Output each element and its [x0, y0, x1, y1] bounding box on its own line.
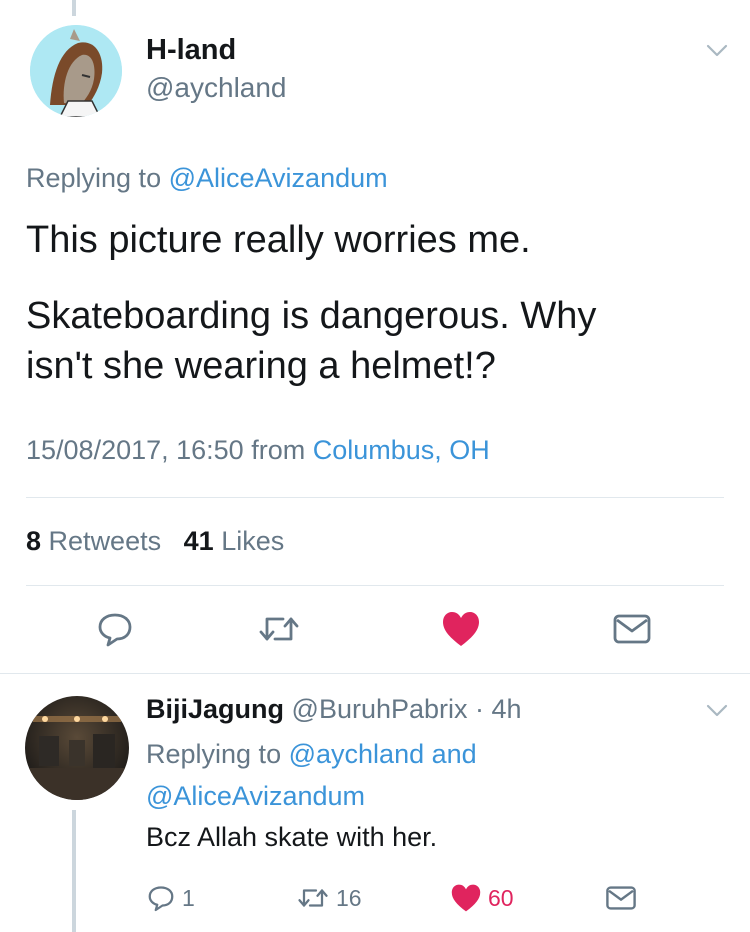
reply-replying-to: Replying to @aychland and @AliceAvizandu…: [146, 733, 477, 817]
reply-button[interactable]: 1: [146, 878, 195, 918]
reply-handle-time[interactable]: @BuruhPabrix · 4h: [292, 694, 522, 724]
replying-to-link[interactable]: @AliceAvizandum: [146, 781, 365, 811]
retweet-icon: [298, 889, 328, 907]
display-name[interactable]: H-land: [146, 34, 236, 67]
avatar-illustration: [30, 25, 122, 117]
tweet-stats: 8 Retweets 41 Likes: [26, 526, 284, 557]
avatar-photo: [25, 696, 129, 800]
thread-line-bottom: [72, 810, 76, 932]
replying-to: Replying to @AliceAvizandum: [26, 163, 388, 194]
reply-replying-prefix: Replying to: [146, 739, 282, 769]
envelope-icon: [613, 614, 651, 644]
envelope-icon: [606, 886, 636, 910]
reply-tweet-text: Bcz Allah skate with her.: [146, 822, 438, 852]
retweets-stat[interactable]: 8 Retweets: [26, 526, 161, 556]
retweet-icon: [259, 617, 299, 641]
replying-to-link[interactable]: @AliceAvizandum: [169, 163, 388, 193]
location-link[interactable]: Columbus, OH: [313, 435, 490, 465]
thread-line-top: [72, 0, 76, 16]
retweet-count: 16: [336, 884, 362, 911]
retweet-button[interactable]: 16: [296, 878, 362, 918]
likes-stat[interactable]: 41 Likes: [184, 526, 285, 556]
chevron-down-icon[interactable]: [706, 44, 728, 58]
timestamp: 15/08/2017, 16:50 from: [26, 435, 306, 465]
divider: [0, 673, 750, 674]
replying-prefix: Replying to: [26, 163, 162, 193]
divider: [26, 497, 724, 498]
reply-header: BijiJagung @BuruhPabrix · 4h: [146, 694, 522, 725]
like-button[interactable]: 60: [450, 878, 514, 918]
reply-icon: [98, 613, 132, 647]
reply-button[interactable]: [93, 607, 137, 651]
reply-count: 1: [182, 884, 195, 911]
retweets-count: 8: [26, 526, 42, 556]
like-button[interactable]: [439, 607, 483, 651]
tweet-text-line-2: Skateboarding is dangerous. Why: [26, 295, 597, 337]
heart-icon: [451, 884, 481, 912]
retweet-button[interactable]: [257, 607, 301, 651]
chevron-down-icon[interactable]: [706, 704, 728, 718]
tweet-text-line-1: This picture really worries me.: [26, 219, 531, 261]
retweets-label: Retweets: [48, 526, 162, 556]
tweet-meta: 15/08/2017, 16:50 from Columbus, OH: [26, 435, 490, 466]
avatar[interactable]: [25, 696, 129, 800]
reply-icon: [148, 886, 174, 912]
replying-to-link[interactable]: @aychland: [289, 739, 425, 769]
message-button[interactable]: [610, 607, 654, 651]
reply-display-name[interactable]: BijiJagung: [146, 694, 284, 724]
likes-count: 41: [183, 526, 214, 556]
replying-and: and: [431, 739, 477, 769]
likes-label: Likes: [221, 526, 285, 556]
divider: [26, 585, 724, 586]
avatar[interactable]: [30, 25, 122, 117]
message-button[interactable]: [605, 878, 643, 918]
tweet-text-line-3: isn't she wearing a helmet!?: [26, 345, 496, 387]
like-count: 60: [488, 884, 514, 911]
handle[interactable]: @aychland: [146, 72, 287, 104]
heart-icon: [443, 612, 479, 646]
